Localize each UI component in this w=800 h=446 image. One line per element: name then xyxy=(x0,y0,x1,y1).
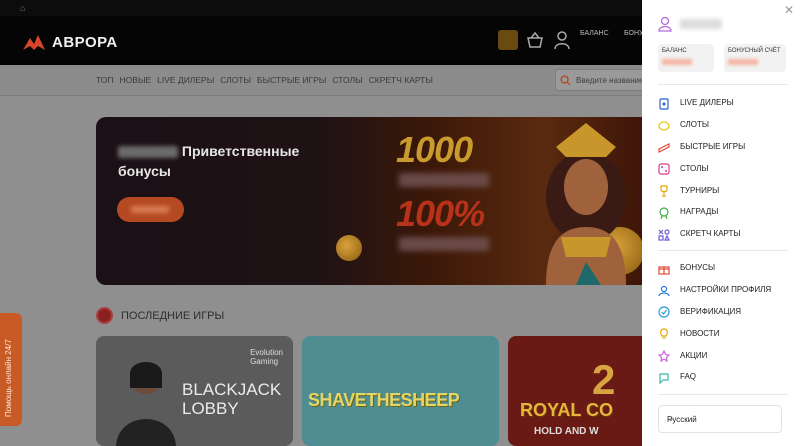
news-icon xyxy=(658,327,670,339)
bonus-label: БОНУСНЫЙ СЧЁТ xyxy=(728,48,781,54)
promo-icon xyxy=(657,349,671,363)
language-select[interactable]: Русский ⌄ xyxy=(658,405,782,433)
account-menu: БОНУСЫ НАСТРОЙКИ ПРОФИЛЯ ВЕРИФИКАЦИЯ НОВ… xyxy=(657,257,771,388)
logo-icon xyxy=(23,35,45,50)
game-subtitle: HOLD AND W xyxy=(534,426,599,437)
help-label: Помощь онлайн 24/7 xyxy=(4,339,13,417)
search-input[interactable]: Введите название xyxy=(555,69,655,91)
games-menu: LIVE ДИЛЕРЫ СЛОТЫ БЫСТРЫЕ ИГРЫ СТОЛЫ ТУР… xyxy=(658,92,745,245)
menu-item-news[interactable]: НОВОСТИ xyxy=(658,322,771,344)
banner-title-line2: бонусы xyxy=(118,163,171,179)
banner-title-word: Приветственные xyxy=(181,143,300,159)
menu-item-profile-settings[interactable]: НАСТРОЙКИ ПРОФИЛЯ xyxy=(658,279,771,301)
search-placeholder: Введите название xyxy=(576,76,644,85)
gift-icon[interactable] xyxy=(498,30,518,50)
logo[interactable]: АВРОРА xyxy=(22,32,118,52)
game-title: SHAVETHESHEEP xyxy=(308,390,460,410)
menu-item-faq[interactable]: FAQ xyxy=(658,366,771,388)
game-number: 2 xyxy=(592,356,616,403)
bonus-card[interactable]: БОНУСНЫЙ СЧЁТ xyxy=(724,44,786,72)
tournaments-icon xyxy=(658,184,670,197)
menu-item-fast-games[interactable]: БЫСТРЫЕ ИГРЫ xyxy=(658,136,745,158)
divider xyxy=(658,394,788,395)
provider-label: Evolution Gaming xyxy=(250,348,283,366)
live-dealer-icon xyxy=(658,97,670,110)
menu-item-bonuses[interactable]: БОНУСЫ xyxy=(658,257,771,279)
recent-games-title: ПОСЛЕДНИЕ ИГРЫ xyxy=(121,309,225,322)
menu-item-promotions[interactable]: АКЦИИ xyxy=(657,344,771,366)
recent-games-heading: ПОСЛЕДНИЕ ИГРЫ xyxy=(96,307,224,324)
promo-banner[interactable]: Приветственные бонусы 1000 100% xyxy=(96,117,656,285)
promo-percent: 100% xyxy=(396,193,485,234)
menu-item-verification[interactable]: ВЕРИФИКАЦИЯ xyxy=(658,301,771,323)
divider xyxy=(658,250,788,251)
banner-title-blurred xyxy=(118,146,178,159)
game-card-royal-coins[interactable]: 2 ROYAL CO HOLD AND W xyxy=(508,336,658,446)
verification-icon xyxy=(658,305,670,319)
user-icon[interactable] xyxy=(552,30,572,50)
game-card-blackjack-lobby[interactable]: Evolution Gaming BLACKJACK LOBBY xyxy=(96,336,293,446)
coin-decoration xyxy=(336,235,362,261)
chevron-down-icon: ⌄ xyxy=(667,413,675,423)
banner-title: Приветственные бонусы xyxy=(118,141,318,181)
balance-label: БАЛАНС xyxy=(662,48,687,54)
clock-icon xyxy=(96,307,113,324)
nav-item-fast-games[interactable]: БЫСТРЫЕ ИГРЫ xyxy=(257,75,326,85)
fast-games-icon xyxy=(658,140,670,154)
game-title: ROYAL CO xyxy=(520,400,614,420)
promo-blur-2 xyxy=(399,237,489,251)
game-card-shave-the-sheep[interactable]: SHAVETHESHEEP xyxy=(302,336,499,446)
promo-amount: 1000 xyxy=(396,129,473,170)
header-balance-label: БАЛАНС xyxy=(580,30,609,37)
divider xyxy=(658,84,788,85)
menu-item-slots[interactable]: СЛОТЫ xyxy=(658,114,745,136)
online-help-tab[interactable]: Помощь онлайн 24/7 xyxy=(0,313,22,426)
user-side-panel: ✕ БАЛАНС БОНУСНЫЙ СЧЁТ LIVE ДИЛЕРЫ СЛОТЫ… xyxy=(642,0,800,446)
bonus-icon xyxy=(658,262,670,275)
nav-item-slots[interactable]: СЛОТЫ xyxy=(220,75,251,85)
profile-avatar-icon xyxy=(658,16,672,32)
dealer-image xyxy=(116,362,176,446)
balance-value-blurred xyxy=(662,59,692,65)
nav-item-scratch-cards[interactable]: СКРЕТЧ КАРТЫ xyxy=(369,75,433,85)
nav-item-new[interactable]: НОВЫЕ xyxy=(120,75,152,85)
nav-item-tables[interactable]: СТОЛЫ xyxy=(332,75,362,85)
banner-cta-button[interactable] xyxy=(117,197,184,222)
cleopatra-illustration xyxy=(546,123,626,285)
nav-item-top[interactable]: ТОП xyxy=(96,75,114,85)
search-icon xyxy=(560,75,571,86)
slots-icon xyxy=(658,119,670,131)
menu-item-tournaments[interactable]: ТУРНИРЫ xyxy=(658,179,745,201)
menu-item-tables[interactable]: СТОЛЫ xyxy=(658,157,745,179)
tables-icon xyxy=(658,162,670,175)
game-title: BLACKJACK LOBBY xyxy=(182,380,282,418)
balance-card[interactable]: БАЛАНС xyxy=(658,44,714,72)
faq-icon xyxy=(658,371,670,385)
nav-item-live-dealers[interactable]: LIVE ДИЛЕРЫ xyxy=(157,75,214,85)
menu-item-scratch-cards[interactable]: СКРЕТЧ КАРТЫ xyxy=(658,223,745,245)
scratch-cards-icon xyxy=(658,228,670,241)
home-icon[interactable]: ⌂ xyxy=(20,3,30,13)
bonus-value-blurred xyxy=(728,59,758,65)
rewards-icon xyxy=(658,206,670,220)
promo-blur-1 xyxy=(399,173,489,187)
basket-icon[interactable] xyxy=(525,30,545,50)
menu-item-live-dealers[interactable]: LIVE ДИЛЕРЫ xyxy=(658,92,745,114)
logo-text: АВРОРА xyxy=(52,33,118,51)
profile-name-blurred xyxy=(680,19,722,29)
menu-item-rewards[interactable]: НАГРАДЫ xyxy=(658,201,745,223)
close-icon[interactable]: ✕ xyxy=(784,4,794,16)
profile-settings-icon xyxy=(658,284,670,296)
